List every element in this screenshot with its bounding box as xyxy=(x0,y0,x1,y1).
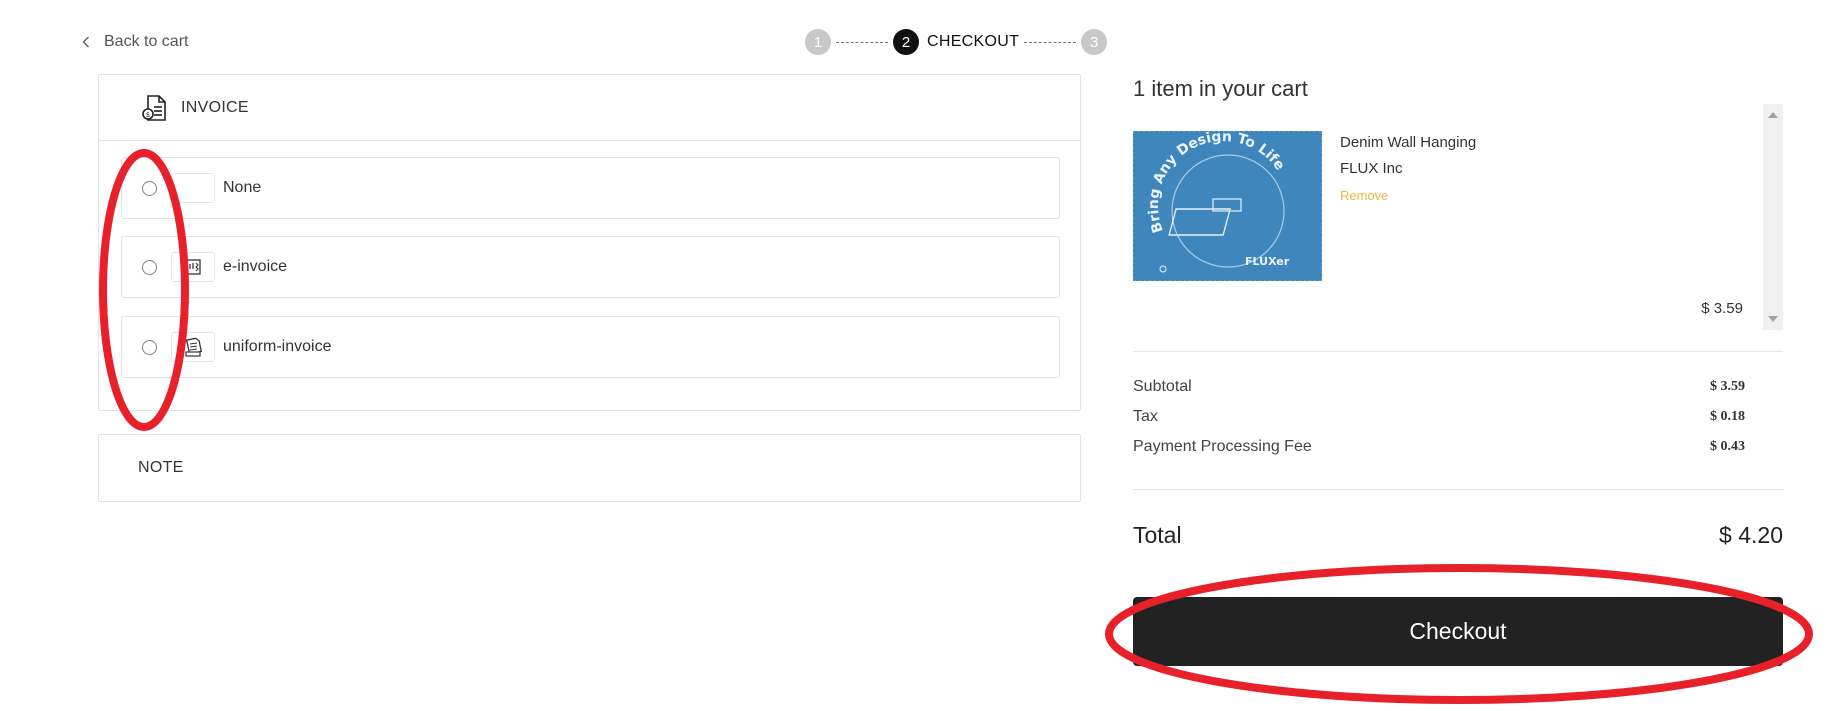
invoice-title: INVOICE xyxy=(181,98,249,116)
summary-row-tax: Tax $ 0.18 xyxy=(1133,407,1783,427)
radio-e-invoice[interactable] xyxy=(142,259,157,275)
invoice-document-icon: $ xyxy=(141,94,169,122)
cart-scrollbar[interactable] xyxy=(1763,104,1783,330)
step-2-label: CHECKOUT xyxy=(927,33,1020,50)
note-title: NOTE xyxy=(138,459,184,476)
step-2-circle: 2 xyxy=(893,29,919,55)
summary-divider-bottom xyxy=(1133,489,1783,490)
summary-row-processing-fee: Payment Processing Fee $ 0.43 xyxy=(1133,437,1783,457)
scroll-down-arrow-icon[interactable] xyxy=(1768,316,1778,322)
summary-value: $ 0.18 xyxy=(1710,409,1745,424)
back-to-cart-link[interactable]: Back to cart xyxy=(82,30,188,54)
item-price: $ 3.59 xyxy=(1701,300,1743,317)
back-to-cart-label: Back to cart xyxy=(104,33,189,50)
scroll-up-arrow-icon[interactable] xyxy=(1768,112,1778,118)
step-connector xyxy=(1024,41,1077,43)
summary-value: $ 3.59 xyxy=(1710,379,1745,394)
radio-uniform-invoice[interactable] xyxy=(142,339,157,355)
chevron-left-icon xyxy=(82,36,90,48)
option-label-e-invoice: e-invoice xyxy=(223,258,288,275)
step-3-circle: 3 xyxy=(1081,29,1108,55)
receipt-icon xyxy=(171,252,215,282)
total-row: Total $ 4.20 xyxy=(1133,520,1783,550)
blank-icon xyxy=(171,173,215,203)
summary-divider-top xyxy=(1133,351,1783,352)
invoice-header: $ INVOICE xyxy=(99,75,1080,141)
product-vendor: FLUX Inc xyxy=(1340,160,1403,177)
cart-items-list[interactable]: Bring Any Design To Life FLUXer Denim Wa… xyxy=(1132,104,1783,330)
summary-label: Subtotal xyxy=(1133,378,1192,395)
total-value: $ 4.20 xyxy=(1719,521,1783,548)
summary-label: Tax xyxy=(1133,408,1158,425)
summary-row-subtotal: Subtotal $ 3.59 xyxy=(1133,377,1783,397)
total-label: Total xyxy=(1133,521,1182,548)
step-1-circle: 1 xyxy=(805,29,831,55)
checkout-button[interactable]: Checkout xyxy=(1133,597,1783,666)
summary-value: $ 0.43 xyxy=(1710,439,1745,454)
cart-title: 1 item in your cart xyxy=(1133,76,1308,101)
product-image-brand: FLUXer xyxy=(1245,255,1290,268)
svg-text:$: $ xyxy=(146,111,150,119)
checkout-stepper: 1 2 CHECKOUT 3 xyxy=(805,29,1108,55)
product-image: Bring Any Design To Life FLUXer xyxy=(1132,129,1323,288)
remove-item-link[interactable]: Remove xyxy=(1340,188,1388,203)
note-panel[interactable]: NOTE xyxy=(98,434,1081,502)
invoice-option-e-invoice[interactable]: e-invoice xyxy=(121,236,1060,298)
invoice-paper-icon xyxy=(171,332,215,362)
summary-label: Payment Processing Fee xyxy=(1133,438,1312,455)
option-label-uniform-invoice: uniform-invoice xyxy=(223,338,332,355)
product-name[interactable]: Denim Wall Hanging xyxy=(1340,134,1476,151)
option-label-none: None xyxy=(223,179,262,196)
invoice-panel: $ INVOICE None e-invoice uniform-invoice xyxy=(98,74,1081,411)
step-connector xyxy=(836,41,888,43)
invoice-option-uniform-invoice[interactable]: uniform-invoice xyxy=(121,316,1060,378)
invoice-option-none[interactable]: None xyxy=(121,157,1060,219)
radio-none[interactable] xyxy=(142,180,157,196)
